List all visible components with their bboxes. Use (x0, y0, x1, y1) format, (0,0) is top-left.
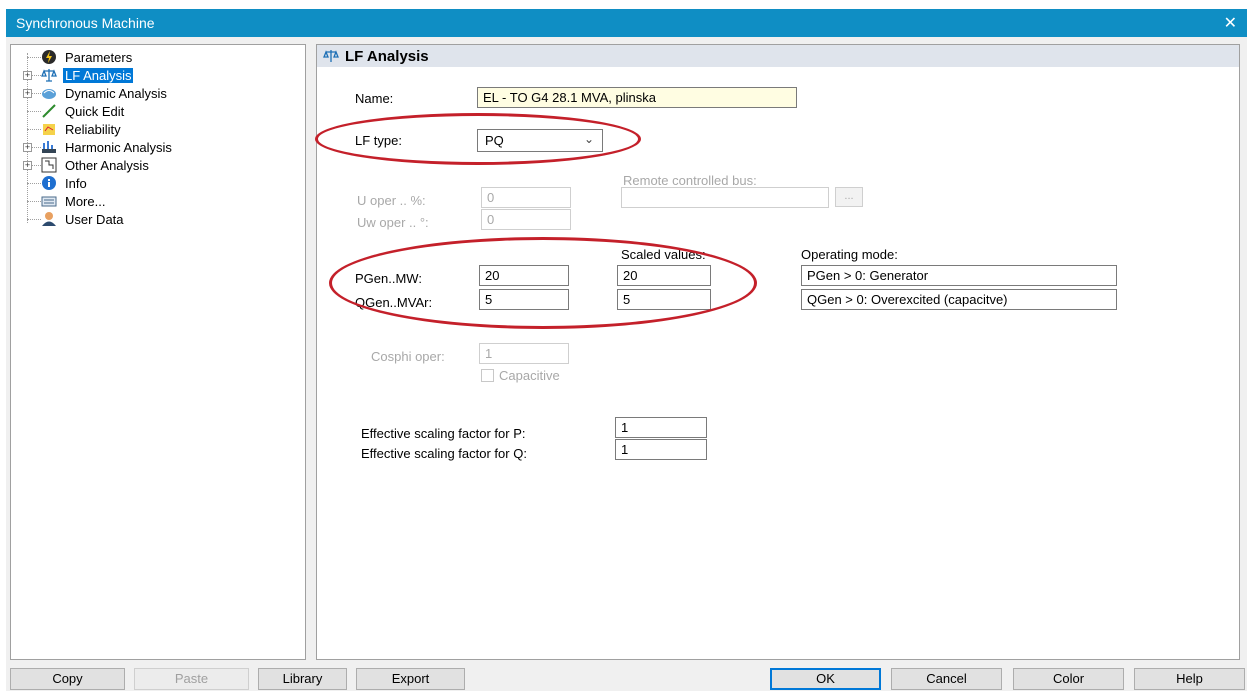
tree-item-label: Info (65, 175, 87, 191)
expand-icon[interactable]: + (23, 89, 32, 98)
tree-item-info[interactable]: Info (41, 174, 89, 192)
navigation-tree: + + + + Parameters LF Analysis Dynamic A… (10, 44, 306, 660)
tree-connector (27, 219, 41, 220)
user-icon (41, 211, 57, 227)
tree-item-label: Reliability (65, 121, 121, 137)
tree-connector (27, 57, 41, 58)
tree-item-label: User Data (65, 211, 124, 227)
other-analysis-icon (41, 157, 57, 173)
name-label: Name: (355, 91, 394, 106)
uw-oper-field[interactable]: 0 (481, 209, 571, 230)
remote-bus-browse-button[interactable]: ... (835, 187, 863, 207)
tree-item-user-data[interactable]: User Data (41, 210, 126, 228)
lf-analysis-panel: LF Analysis Name: EL - TO G4 28.1 MVA, p… (315, 44, 1240, 660)
eff-scaling-p-label: Effective scaling factor for P: (361, 426, 526, 441)
scales-icon (323, 49, 339, 63)
tree-item-label: Dynamic Analysis (65, 85, 167, 101)
dynamic-icon (41, 85, 57, 101)
tree-connector (27, 129, 41, 130)
tree-item-label: Harmonic Analysis (65, 139, 172, 155)
expand-icon[interactable]: + (23, 143, 32, 152)
operating-mode-label: Operating mode: (801, 247, 898, 262)
window-title: Synchronous Machine (16, 15, 155, 31)
cosphi-field[interactable]: 1 (479, 343, 569, 364)
tree-item-other-analysis[interactable]: Other Analysis (41, 156, 151, 174)
help-button[interactable]: Help (1134, 668, 1245, 690)
keyboard-icon (41, 193, 57, 209)
tree-item-label: Parameters (65, 49, 133, 65)
lightning-gear-icon (41, 49, 57, 65)
panel-title: LF Analysis (345, 47, 429, 65)
name-field[interactable]: EL - TO G4 28.1 MVA, plinska (477, 87, 797, 108)
close-icon[interactable]: ✕ (1224, 13, 1237, 33)
tree-item-label: More... (65, 193, 106, 209)
pgen-operating-mode-field: PGen > 0: Generator (801, 265, 1117, 286)
u-oper-label: U oper .. %: (357, 193, 426, 208)
eff-scaling-p-field[interactable]: 1 (615, 417, 707, 438)
title-bar: Synchronous Machine ✕ (6, 9, 1247, 37)
u-oper-field[interactable]: 0 (481, 187, 571, 208)
tree-item-harmonic-analysis[interactable]: Harmonic Analysis (41, 138, 174, 156)
scales-icon (41, 67, 57, 83)
expand-icon[interactable]: + (23, 71, 32, 80)
tree-connector (27, 111, 41, 112)
eff-scaling-q-label: Effective scaling factor for Q: (361, 446, 527, 461)
pencil-icon (41, 103, 57, 119)
tree-connector (27, 201, 41, 202)
tree-item-reliability[interactable]: Reliability (41, 120, 123, 138)
cosphi-label: Cosphi oper: (371, 349, 445, 364)
highlight-ellipse-lf-type (315, 113, 641, 165)
export-button[interactable]: Export (356, 668, 465, 690)
color-button[interactable]: Color (1013, 668, 1124, 690)
tree-connector (27, 183, 41, 184)
remote-bus-label: Remote controlled bus: (623, 173, 757, 188)
highlight-ellipse-generation (329, 237, 757, 329)
ok-button[interactable]: OK (770, 668, 881, 690)
qgen-operating-mode-field: QGen > 0: Overexcited (capacitve) (801, 289, 1117, 310)
capacitive-checkbox[interactable] (481, 369, 494, 382)
panel-header: LF Analysis (317, 45, 1239, 67)
harmonic-icon (41, 139, 57, 155)
uw-oper-label: Uw oper .. °: (357, 215, 429, 230)
library-button[interactable]: Library (258, 668, 347, 690)
tree-item-lf-analysis[interactable]: LF Analysis (41, 66, 134, 84)
paste-button[interactable]: Paste (134, 668, 249, 690)
tree-item-quick-edit[interactable]: Quick Edit (41, 102, 126, 120)
tree-item-label: Other Analysis (65, 157, 149, 173)
info-icon (41, 175, 57, 191)
tree-item-more[interactable]: More... (41, 192, 107, 210)
eff-scaling-q-field[interactable]: 1 (615, 439, 707, 460)
expand-icon[interactable]: + (23, 161, 32, 170)
cancel-button[interactable]: Cancel (891, 668, 1002, 690)
tree-item-label: LF Analysis (63, 67, 134, 83)
tree-item-label: Quick Edit (65, 103, 125, 119)
capacitive-label: Capacitive (499, 368, 560, 383)
reliability-icon (41, 121, 57, 137)
remote-bus-field[interactable] (621, 187, 829, 208)
tree-item-parameters[interactable]: Parameters (41, 48, 134, 66)
copy-button[interactable]: Copy (10, 668, 125, 690)
tree-item-dynamic-analysis[interactable]: Dynamic Analysis (41, 84, 169, 102)
